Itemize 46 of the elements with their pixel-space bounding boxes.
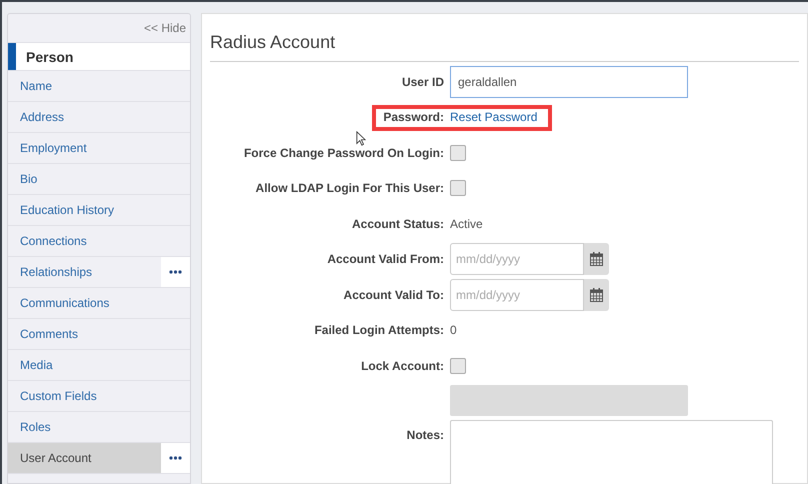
field-label: Password: <box>383 110 444 124</box>
field-label: Account Status: <box>352 216 444 231</box>
calendar-button[interactable] <box>584 243 609 276</box>
more-icon <box>169 456 182 460</box>
sidebar-item[interactable]: Media <box>8 350 190 380</box>
sidebar-item[interactable]: Comments <box>8 319 190 349</box>
reset-password-link[interactable]: Reset Password <box>450 110 538 124</box>
mouse-cursor-icon <box>356 131 366 146</box>
user-id-field[interactable]: geraldallen <box>450 66 688 98</box>
more-button[interactable] <box>161 443 190 473</box>
field-label: User ID <box>402 74 444 89</box>
notes-field[interactable] <box>450 420 773 484</box>
sidebar-item[interactable]: Education History <box>8 195 190 225</box>
field-value: 0 <box>450 323 457 338</box>
field-label: Notes: <box>406 428 444 442</box>
more-icon <box>169 270 182 274</box>
checkbox[interactable] <box>450 180 466 196</box>
field-label: Allow LDAP Login For This User: <box>256 181 444 196</box>
field-label: Lock Account: <box>361 358 444 373</box>
hide-link[interactable]: << Hide <box>144 21 186 35</box>
sidebar-item[interactable]: Address <box>8 102 190 132</box>
sidebar-item[interactable]: Relationships <box>8 257 161 287</box>
field-value: Active <box>450 216 483 231</box>
calendar-icon <box>590 288 603 302</box>
calendar-icon <box>590 252 603 266</box>
sidebar-item[interactable]: Custom Fields <box>8 381 190 411</box>
checkbox[interactable] <box>450 358 466 374</box>
field-label: Account Valid To: <box>344 288 444 302</box>
sidebar-item[interactable]: Employment <box>8 133 190 163</box>
accent-bar <box>8 43 16 70</box>
calendar-button[interactable] <box>584 278 609 311</box>
sidebar-item[interactable]: User Account <box>8 443 161 473</box>
sidebar-title: Person <box>26 48 74 64</box>
field-label: Force Change Password On Login: <box>244 146 444 160</box>
sidebar-item[interactable]: Communications <box>8 288 190 318</box>
sidebar-item[interactable]: Name <box>8 71 190 101</box>
sidebar-item[interactable]: Roles <box>8 412 190 442</box>
field-label: Account Valid From: <box>327 252 444 266</box>
section-title: Radius Account <box>210 14 799 62</box>
checkbox[interactable] <box>450 144 466 161</box>
sidebar-item[interactable]: Bio <box>8 164 190 194</box>
sidebar-item[interactable]: Connections <box>8 226 190 256</box>
date-field[interactable]: mm/dd/yyyy <box>450 243 584 276</box>
more-button[interactable] <box>161 257 190 287</box>
field-label: Failed Login Attempts: <box>314 323 444 338</box>
date-field[interactable]: mm/dd/yyyy <box>450 278 584 311</box>
